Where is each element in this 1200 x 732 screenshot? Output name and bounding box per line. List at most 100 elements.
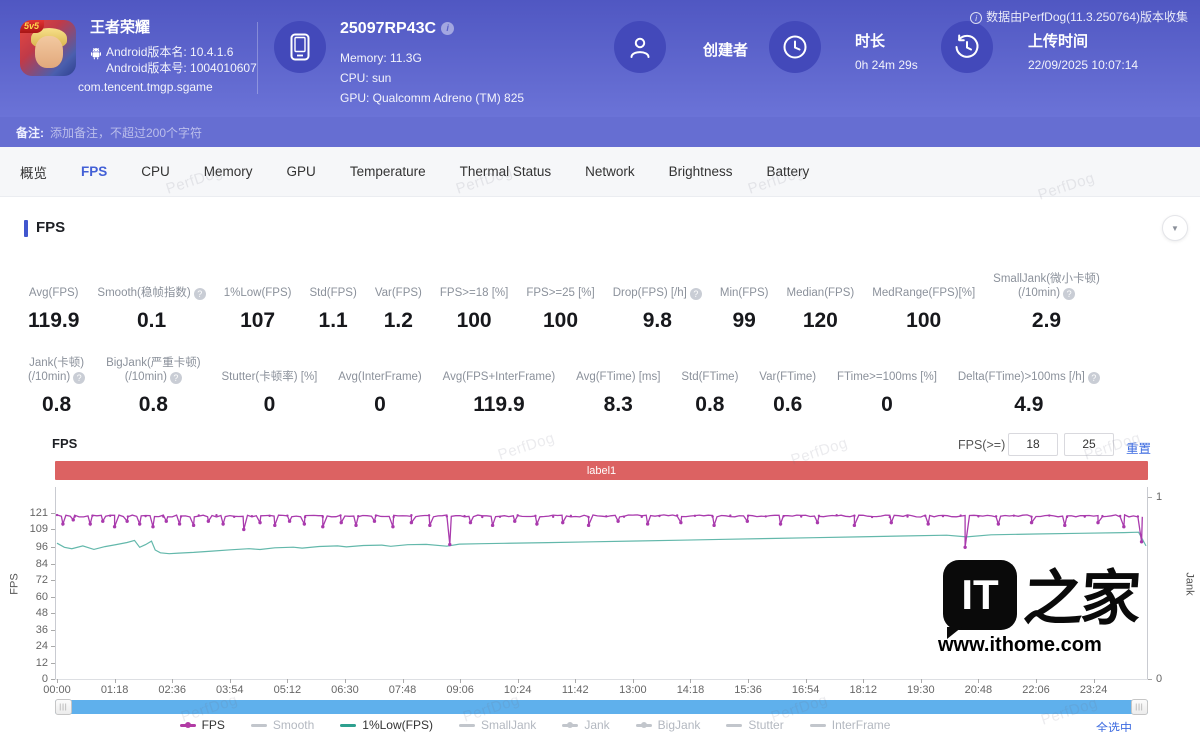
collapse-section-button[interactable]: ▼ xyxy=(1162,215,1188,241)
metric-Std(FTime): Std(FTime)0.8 xyxy=(681,352,738,417)
duration-value: 0h 24m 29s xyxy=(855,58,918,72)
metric-value: 9.8 xyxy=(643,309,672,333)
metric-FPS>=25 [%]: FPS>=25 [%]100 xyxy=(526,268,594,333)
metric-value: 119.9 xyxy=(28,309,79,333)
y-axis-title-fps: FPS xyxy=(9,573,21,594)
ithome-url: www.ithome.com xyxy=(938,634,1098,657)
help-icon[interactable]: ? xyxy=(170,372,182,384)
game-package-name: com.tencent.tmgp.sgame xyxy=(78,80,213,94)
metric-Std(FPS): Std(FPS)1.1 xyxy=(310,268,357,333)
help-icon[interactable]: ? xyxy=(1088,372,1100,384)
creator-icon-circle xyxy=(614,21,666,73)
upload-icon-circle xyxy=(941,21,993,73)
x-axis-tick: 05:12 xyxy=(265,684,309,696)
android-version-code: Android版本号: 1004010607 xyxy=(106,60,257,76)
metric-Delta(FTime)>100ms [/h]: Delta(FTime)>100ms [/h]?4.9 xyxy=(958,352,1100,417)
y-axis-title-jank: Jank xyxy=(1184,572,1196,595)
help-icon[interactable]: ? xyxy=(194,288,206,300)
legend-item-Jank[interactable]: Jank xyxy=(562,718,609,732)
remark-input-bar[interactable]: 备注: 添加备注，不超过200个字符 xyxy=(0,117,1200,147)
upload-time-label: 上传时间 xyxy=(1028,30,1088,51)
metric-value: 119.9 xyxy=(473,393,524,417)
tab-Brightness[interactable]: Brightness xyxy=(669,164,733,179)
y-axis-tick: 12 xyxy=(2,657,48,669)
legend-item-Stutter[interactable]: Stutter xyxy=(726,718,783,732)
legend-marker xyxy=(340,724,356,727)
range-handle-right[interactable]: ||| xyxy=(1131,699,1148,715)
metric-Stutter(卡顿率) [%]: Stutter(卡顿率) [%]0 xyxy=(222,352,318,417)
y-axis-tick: 48 xyxy=(2,607,48,619)
tab-Temperature[interactable]: Temperature xyxy=(350,164,426,179)
game-title: 王者荣耀 xyxy=(90,16,150,37)
tab-Network[interactable]: Network xyxy=(585,164,635,179)
legend-marker xyxy=(459,724,475,727)
metric-BigJank(严重卡顿): BigJank(严重卡顿)(/10min)?0.8 xyxy=(106,352,201,417)
game-version-info: Android版本名: 10.4.1.6 Android版本号: 1004010… xyxy=(106,44,257,76)
time-range-scrollbar[interactable] xyxy=(55,700,1148,714)
remark-placeholder: 添加备注，不超过200个字符 xyxy=(50,124,202,141)
metric-Median(FPS): Median(FPS)120 xyxy=(786,268,854,333)
tab-GPU[interactable]: GPU xyxy=(287,164,316,179)
x-axis-tick: 23:24 xyxy=(1072,684,1116,696)
x-axis-tick: 02:36 xyxy=(150,684,194,696)
legend-marker xyxy=(180,724,196,727)
legend-item-BigJank[interactable]: BigJank xyxy=(636,718,701,732)
tab-FPS[interactable]: FPS xyxy=(81,164,107,179)
help-icon[interactable]: ? xyxy=(690,288,702,300)
header-divider xyxy=(257,22,258,94)
x-axis-tick: 18:12 xyxy=(841,684,885,696)
device-info-icon[interactable]: i xyxy=(441,22,454,35)
metric-Min(FPS): Min(FPS)99 xyxy=(720,268,769,333)
ithome-logo-zhijia: 之家 xyxy=(1021,550,1141,637)
x-axis-tick: 15:36 xyxy=(726,684,770,696)
legend-label: SmallJank xyxy=(481,718,536,732)
legend-label: InterFrame xyxy=(832,718,891,732)
legend-item-SmallJank[interactable]: SmallJank xyxy=(459,718,536,732)
upload-time-value: 22/09/2025 10:07:14 xyxy=(1028,58,1138,72)
metric-value: 1.2 xyxy=(384,309,413,333)
legend-item-Smooth[interactable]: Smooth xyxy=(251,718,314,732)
legend-item-InterFrame[interactable]: InterFrame xyxy=(810,718,891,732)
metric-Avg(FTime) [ms]: Avg(FTime) [ms]8.3 xyxy=(576,352,660,417)
metric-value: 4.9 xyxy=(1014,393,1043,417)
metric-FTime>=100ms [%]: FTime>=100ms [%]0 xyxy=(837,352,937,417)
chart-title: FPS xyxy=(52,436,77,451)
metric-value: 99 xyxy=(733,309,756,333)
y-axis-tick: 24 xyxy=(2,640,48,652)
duration-icon-circle xyxy=(769,21,821,73)
legend-label: Smooth xyxy=(273,718,314,732)
tab-CPU[interactable]: CPU xyxy=(141,164,170,179)
legend-item-FPS[interactable]: FPS xyxy=(180,718,225,732)
x-axis-tick: 11:42 xyxy=(553,684,597,696)
right-axis-tick: 1 xyxy=(1156,491,1162,503)
tab-Memory[interactable]: Memory xyxy=(204,164,253,179)
metric-value: 120 xyxy=(803,309,838,333)
legend-item-1%Low(FPS)[interactable]: 1%Low(FPS) xyxy=(340,718,433,732)
game-icon-5v5-badge: 5v5 xyxy=(20,20,44,33)
metric-Avg(FPS+InterFrame): Avg(FPS+InterFrame)119.9 xyxy=(443,352,556,417)
select-all-link[interactable]: 全选中 xyxy=(1096,719,1132,732)
clock-icon xyxy=(782,34,808,60)
help-icon[interactable]: ? xyxy=(73,372,85,384)
x-axis-tick: 03:54 xyxy=(208,684,252,696)
tab-Battery[interactable]: Battery xyxy=(766,164,809,179)
metric-Jank(卡顿): Jank(卡顿)(/10min)?0.8 xyxy=(28,352,85,417)
tab-概览[interactable]: 概览 xyxy=(20,162,47,182)
x-axis-tick: 19:30 xyxy=(899,684,943,696)
fps-threshold-input-1[interactable]: 18 xyxy=(1008,433,1058,456)
creator-label: 创建者 xyxy=(703,39,748,60)
metric-Smooth(稳帧指数): Smooth(稳帧指数)?0.1 xyxy=(97,268,205,333)
metric-value: 100 xyxy=(543,309,578,333)
device-icon-circle xyxy=(274,21,326,73)
range-handle-left[interactable]: ||| xyxy=(55,699,72,715)
tab-Thermal Status[interactable]: Thermal Status xyxy=(460,164,552,179)
help-icon[interactable]: ? xyxy=(1063,288,1075,300)
legend-label: FPS xyxy=(202,718,225,732)
game-app-icon: 5v5 xyxy=(20,20,76,76)
fps-threshold-input-2[interactable]: 25 xyxy=(1064,433,1114,456)
right-axis-tick: 0 xyxy=(1156,673,1162,685)
x-axis-tick: 01:18 xyxy=(93,684,137,696)
y-axis-tick: 84 xyxy=(2,558,48,570)
metric-value: 0.8 xyxy=(695,393,724,417)
reset-threshold-link[interactable]: 重置 xyxy=(1126,438,1151,457)
